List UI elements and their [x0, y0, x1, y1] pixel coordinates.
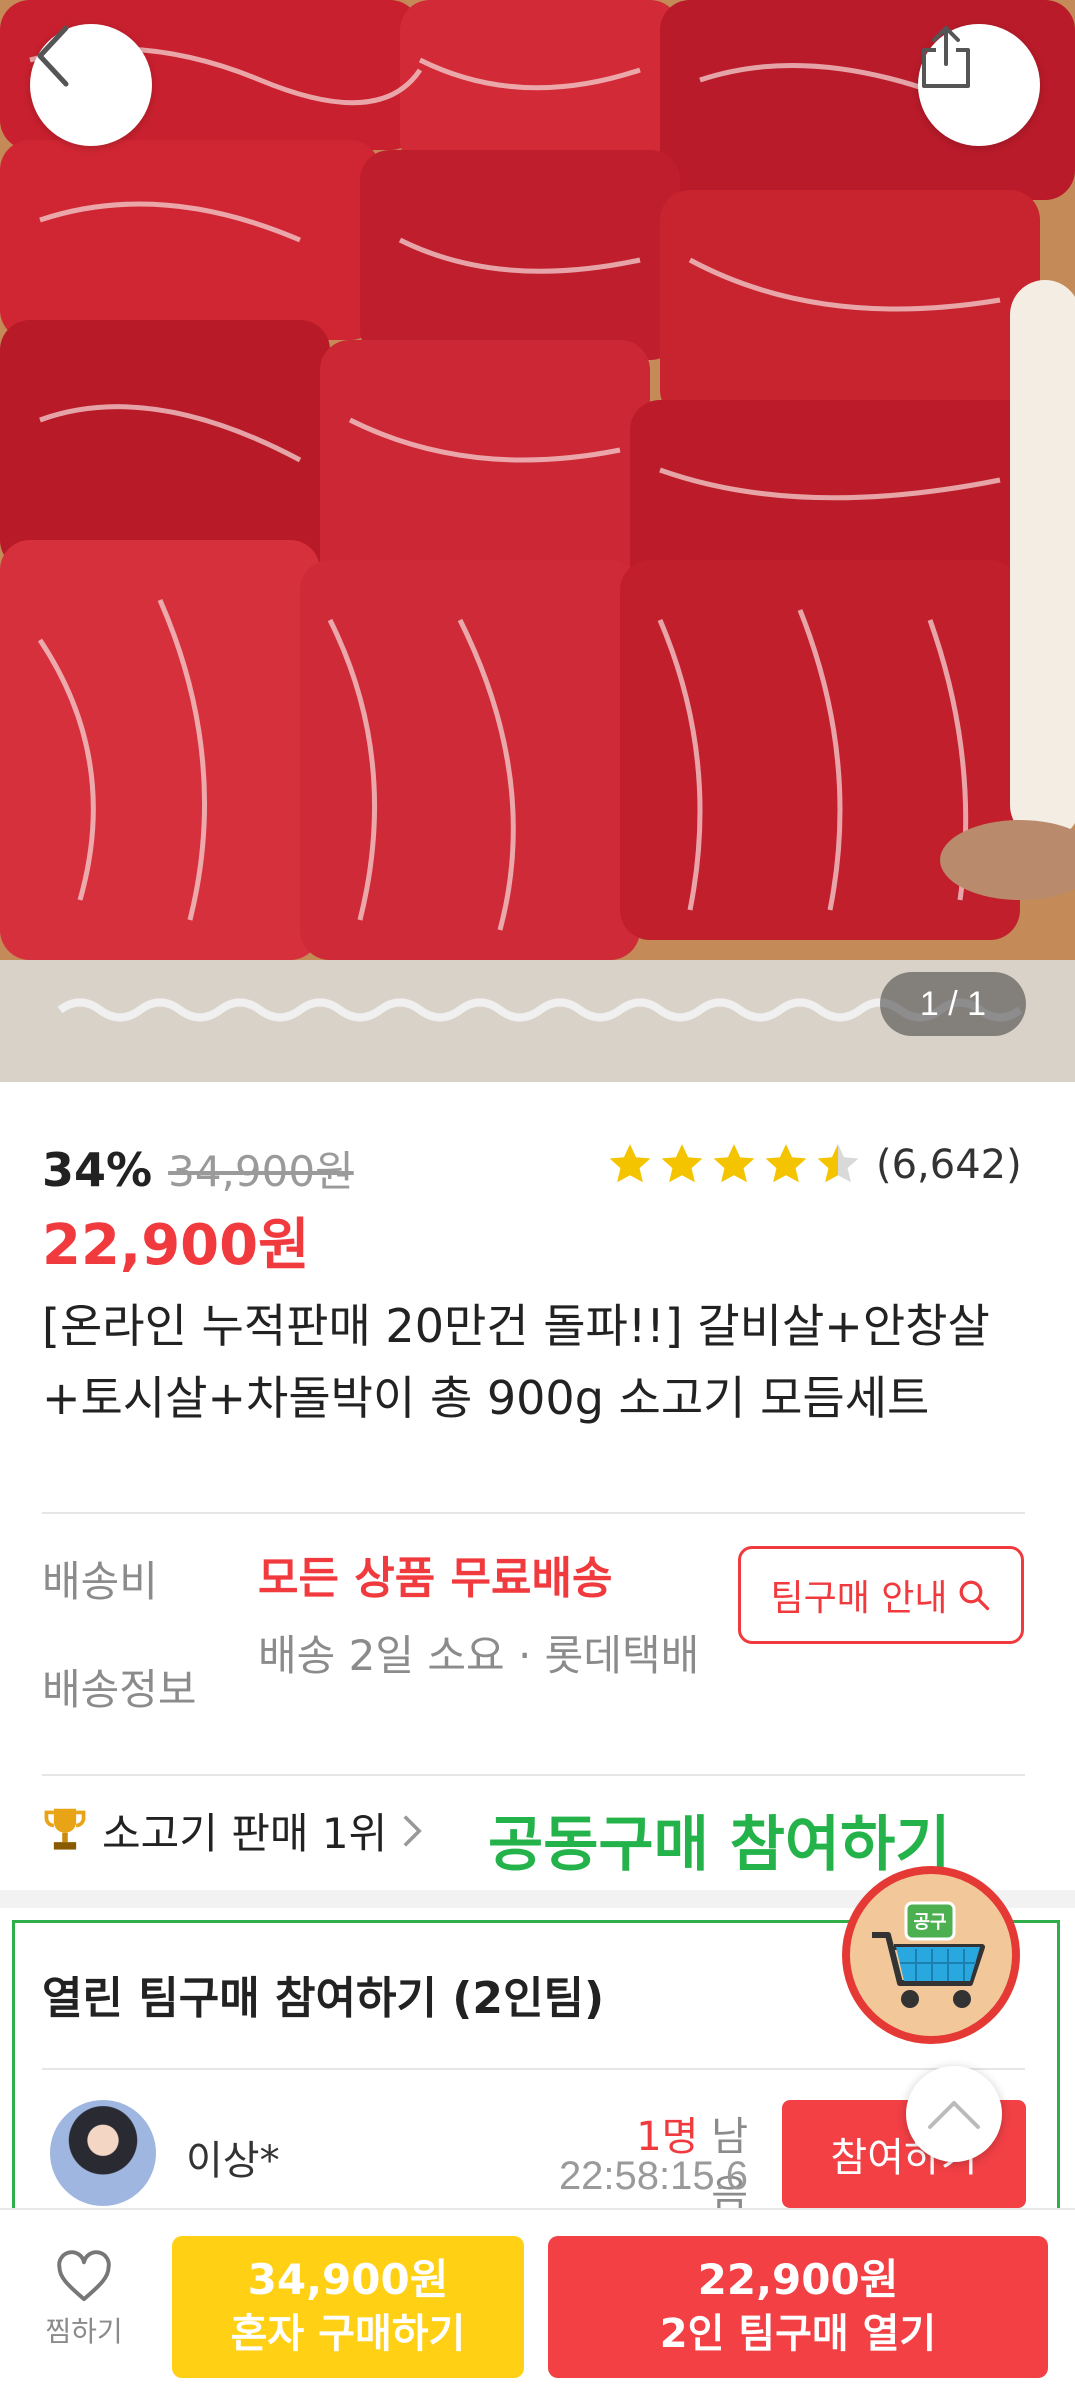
cart-icon: 공구: [872, 1901, 985, 2008]
cart-badge-text: 공구: [913, 1912, 946, 1933]
divider: [42, 1512, 1025, 1514]
scroll-to-top-button[interactable]: [906, 2066, 1002, 2162]
trophy-icon: [44, 1808, 86, 1850]
star-icon: [609, 1144, 651, 1183]
share-button[interactable]: [918, 24, 1040, 146]
share-icon: [922, 26, 970, 88]
category-rank[interactable]: 소고기 판매 1위: [42, 1800, 423, 1861]
rating[interactable]: (6,642): [604, 1140, 1022, 1190]
chevron-up-icon: [928, 2101, 980, 2129]
group-buy-cart-button[interactable]: 공구: [842, 1866, 1020, 2044]
back-icon: [37, 25, 69, 87]
star-half-icon: [817, 1144, 859, 1183]
team-label: 2인 팀구매 열기: [659, 2311, 937, 2357]
rank-text: 소고기 판매 1위: [102, 1809, 388, 1858]
review-count: (6,642): [876, 1142, 1022, 1188]
shipping-info-label: 배송정보: [42, 1665, 197, 1714]
wishlist-button[interactable]: 찜하기: [36, 2250, 132, 2350]
solo-purchase-button[interactable]: 34,900원 혼자 구매하기: [172, 2236, 524, 2378]
group-buy-join-cta[interactable]: 공동구매 참여하기: [488, 1796, 951, 1883]
team-guide-label: 팀구매 안내: [770, 1578, 948, 1619]
product-image[interactable]: 1 / 1: [0, 0, 1075, 1082]
team-purchase-button[interactable]: 22,900원 2인 팀구매 열기: [548, 2236, 1048, 2378]
star-icon: [661, 1144, 703, 1183]
meat-photo: [0, 0, 1075, 1082]
sale-price: 22,900원: [42, 1213, 310, 1278]
star-icon: [765, 1144, 807, 1183]
solo-label: 혼자 구매하기: [230, 2311, 466, 2357]
star-icon: [713, 1144, 755, 1183]
chevron-right-icon: [403, 1814, 423, 1847]
team-guide-button[interactable]: 팀구매 안내: [738, 1546, 1024, 1644]
product-title: [온라인 누적판매 20만건 돌파!!] 갈비살+안창살+토시살+차돌박이 총 …: [42, 1299, 990, 1425]
shipping-fee-value: 모든 상품 무료배송: [258, 1553, 613, 1604]
original-price: 34,900원: [168, 1147, 354, 1196]
divider: [42, 1774, 1025, 1776]
team-section-heading: 열린 팀구매 참여하기 (2인팀): [42, 1973, 605, 2024]
heart-icon: [57, 2250, 111, 2302]
countdown-timer: 22:58:15.6: [558, 2154, 748, 2198]
shipping-info-value: 배송 2일 소요 · 롯데택배: [258, 1631, 700, 1680]
rating-stars: [604, 1140, 864, 1190]
avatar: [50, 2100, 156, 2206]
wishlist-label: 찜하기: [45, 2315, 123, 2348]
solo-price: 34,900원: [247, 2255, 449, 2304]
search-icon: [959, 1580, 989, 1611]
team-price: 22,900원: [697, 2255, 899, 2304]
team-member-name: 이상*: [186, 2138, 280, 2184]
image-pager: 1 / 1: [880, 972, 1026, 1036]
discount-rate: 34%: [42, 1143, 153, 1197]
divider: [42, 2068, 1025, 2070]
back-button[interactable]: [30, 24, 152, 146]
price-row: 34% 34,900원: [42, 1138, 354, 1199]
shipping-fee-label: 배송비: [42, 1557, 158, 1606]
